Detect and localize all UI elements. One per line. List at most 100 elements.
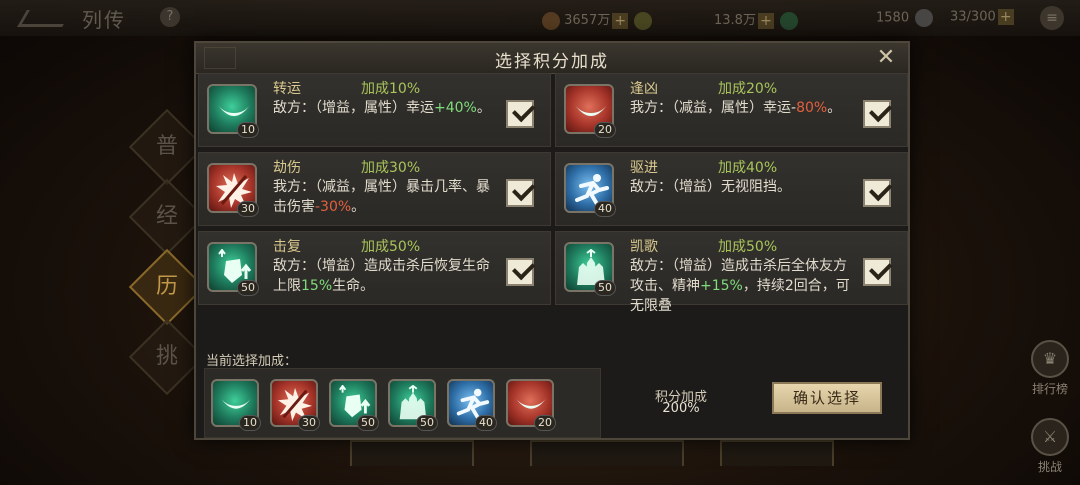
resource-gold-value: 3657万 xyxy=(564,13,611,28)
bonus-card[interactable]: 30 劫伤 加成30% 我方：（减益，属性）暴击几率、暴击伤害-30%。 xyxy=(198,152,551,226)
bonus-checkbox[interactable] xyxy=(506,98,536,128)
bonus-count: 50 xyxy=(237,280,259,296)
bonus-description-text: 敌方：（增益）无视阻挡。 xyxy=(630,179,791,195)
selected-bonus-item: 40 xyxy=(447,379,497,431)
bonus-description-highlight: -30% xyxy=(315,199,352,215)
bonus-description: 我方：（减益，属性）幸运-80%。 xyxy=(630,98,850,118)
bonus-checkbox[interactable] xyxy=(506,256,536,286)
bonus-name: 转运 xyxy=(273,81,301,97)
horn-icon: 20 xyxy=(564,84,616,138)
checkmark-icon xyxy=(869,98,893,123)
selected-bonus-count: 50 xyxy=(416,415,438,431)
selected-bonus-count: 20 xyxy=(534,415,556,431)
help-icon[interactable]: ? xyxy=(160,7,180,27)
background-top-bar: 列传 ? 3657万 + 13.8万 + 1580 33/300 + ≡ xyxy=(0,0,1080,36)
bonus-description: 我方：（减益，属性）暴击几率、暴击伤害-30%。 xyxy=(273,177,493,217)
back-arrow-icon[interactable] xyxy=(17,10,72,27)
bonus-description-highlight: 80% xyxy=(796,100,828,116)
bonus-name: 凯歌 xyxy=(630,239,658,255)
bonus-card[interactable]: 50 凯歌 加成50% 敌方：（增益）造成击杀后全体友方攻击、精神+15%，持续… xyxy=(555,231,908,314)
resource-gems: 1580 xyxy=(876,9,934,27)
checkmark-icon xyxy=(512,98,536,123)
bonus-description: 敌方：（增益）造成击杀后恢复生命上限15%生命。 xyxy=(273,256,493,296)
bottom-button-1[interactable] xyxy=(350,440,474,466)
bonus-description-highlight: +15% xyxy=(700,278,743,294)
bonus-percent: 加成10% xyxy=(361,81,421,97)
selected-bonus-panel: 10 30 50 50 40 20 xyxy=(204,368,601,438)
bonus-list[interactable]: 10 转运 加成10% 敌方：（增益，属性）幸运+40%。 20 逢凶 加成20… xyxy=(198,73,908,348)
bonus-description-highlight: +40% xyxy=(434,100,477,116)
bonus-count: 30 xyxy=(237,201,259,217)
bonus-description: 敌方：（增益）无视阻挡。 xyxy=(630,177,850,197)
crowd-icon: 50 xyxy=(564,242,616,296)
bottom-button-2[interactable] xyxy=(530,440,684,466)
side-tab-4-label: 挑 xyxy=(155,344,178,369)
current-selection-label: 当前选择加成： xyxy=(206,354,298,369)
bonus-percent: 加成20% xyxy=(718,81,778,97)
selected-bonus-count: 50 xyxy=(357,415,379,431)
coin-icon xyxy=(634,11,653,30)
bonus-checkbox[interactable] xyxy=(863,98,893,128)
shield-up-icon: 50 xyxy=(207,242,259,296)
bonus-percent: 加成40% xyxy=(718,160,778,176)
horn-icon: 10 xyxy=(207,84,259,138)
bonus-checkbox[interactable] xyxy=(863,256,893,286)
points-bonus-value: 200% xyxy=(662,401,700,416)
side-tab-3-label: 历 xyxy=(155,274,178,299)
bonus-description-suffix: 生命。 xyxy=(332,278,375,294)
add-silver-button[interactable]: + xyxy=(757,12,774,29)
dialog-header: 选择积分加成 ✕ xyxy=(196,43,908,74)
bonus-description-text: 我方：（减益，属性）暴击几率、暴击伤害 xyxy=(273,179,490,215)
bonus-card[interactable]: 50 击复 加成50% 敌方：（增益）造成击杀后恢复生命上限15%生命。 xyxy=(198,231,551,305)
selected-bonus-item: 50 xyxy=(388,379,438,431)
bonus-count: 10 xyxy=(237,122,259,138)
side-tab-1-label: 普 xyxy=(155,134,178,159)
checkmark-icon xyxy=(869,177,893,202)
bonus-card[interactable]: 40 驱进 加成40% 敌方：（增益）无视阻挡。 xyxy=(555,152,908,226)
bonus-card[interactable]: 20 逢凶 加成20% 我方：（减益，属性）幸运-80%。 xyxy=(555,73,908,147)
selected-bonus-item: 20 xyxy=(506,379,556,431)
bonus-count: 50 xyxy=(594,280,616,296)
resource-silver: 13.8万 + xyxy=(714,9,799,30)
gold-icon xyxy=(542,11,560,30)
challenge-label: 挑战 xyxy=(1037,460,1062,474)
burst-icon: 30 xyxy=(207,163,259,217)
swords-icon: ⚔ xyxy=(1031,418,1069,456)
checkmark-icon xyxy=(869,256,893,281)
bonus-checkbox[interactable] xyxy=(506,177,536,207)
bonus-percent: 加成50% xyxy=(718,239,778,255)
selected-bonus-count: 40 xyxy=(475,415,497,431)
bonus-checkbox[interactable] xyxy=(863,177,893,207)
add-stamina-button[interactable]: + xyxy=(997,9,1014,25)
menu-icon[interactable]: ≡ xyxy=(1040,6,1064,30)
resource-silver-value: 13.8万 xyxy=(714,13,756,28)
trophy-icon: ♛ xyxy=(1031,340,1069,378)
bonus-name: 击复 xyxy=(273,239,301,255)
side-tab-2-label: 经 xyxy=(155,204,178,229)
bonus-name: 驱进 xyxy=(630,160,658,176)
confirm-button[interactable]: 确认选择 xyxy=(772,382,882,414)
checkmark-icon xyxy=(512,256,536,281)
bonus-description-suffix: 。 xyxy=(827,100,842,116)
close-button[interactable]: ✕ xyxy=(874,46,898,70)
challenge-button[interactable]: ⚔ 挑战 xyxy=(1025,418,1075,475)
bonus-count: 40 xyxy=(594,201,616,217)
dialog-title: 选择积分加成 xyxy=(495,52,609,72)
background-title: 列传 xyxy=(82,8,126,32)
leaderboard-button[interactable]: ♛ 排行榜 xyxy=(1025,340,1075,397)
bonus-name: 劫伤 xyxy=(273,160,301,176)
jade-icon xyxy=(780,11,799,30)
bonus-description-suffix: 。 xyxy=(476,100,491,116)
selected-bonus-item: 30 xyxy=(270,379,320,431)
bonus-description-suffix: 。 xyxy=(351,199,366,215)
selected-bonus-item: 10 xyxy=(211,379,261,431)
bottom-button-3[interactable] xyxy=(720,440,834,466)
bonus-description: 敌方：（增益）造成击杀后全体友方攻击、精神+15%，持续2回合，可无限叠 xyxy=(630,256,850,316)
resource-stamina: 33/300 + xyxy=(950,9,1014,25)
leaderboard-label: 排行榜 xyxy=(1031,382,1068,396)
bonus-description: 敌方：（增益，属性）幸运+40%。 xyxy=(273,98,493,118)
bonus-percent: 加成30% xyxy=(361,160,421,176)
bonus-percent: 加成50% xyxy=(361,239,421,255)
add-gold-button[interactable]: + xyxy=(612,12,629,29)
bonus-card[interactable]: 10 转运 加成10% 敌方：（增益，属性）幸运+40%。 xyxy=(198,73,551,147)
